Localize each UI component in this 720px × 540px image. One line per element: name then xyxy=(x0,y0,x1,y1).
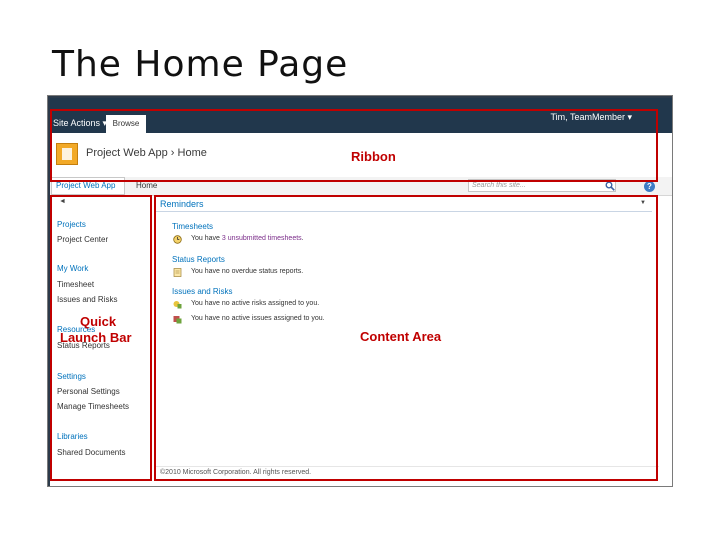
quick-launch-outline xyxy=(50,195,152,481)
slide-title: The Home Page xyxy=(52,44,349,85)
ribbon-outline xyxy=(50,109,658,182)
content-area-outline xyxy=(154,195,658,481)
sharepoint-screenshot: Site Actions ▾ Browse Tim, TeamMember ▾ … xyxy=(47,95,673,487)
